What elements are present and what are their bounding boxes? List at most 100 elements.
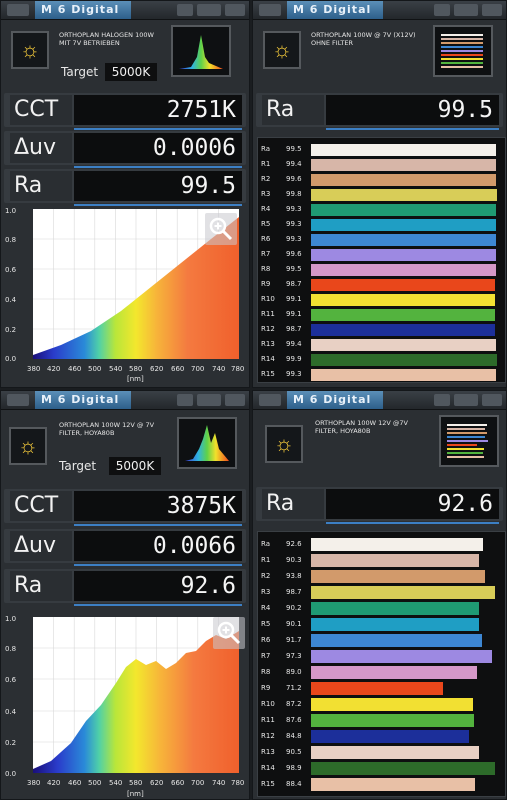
ri-bar [311,204,496,216]
ri-row-r7: R7 99.6 [258,247,505,262]
app-title: M 6 Digital [35,391,131,409]
x-label-9: 700 [191,365,204,373]
x-label-11: 780 [231,779,244,787]
ri-bar [311,369,496,381]
settings-icon[interactable] [225,394,245,406]
app-title: M 6 Digital [287,1,383,19]
ra-row: Ra 99.5 [256,93,503,130]
panel-bottom-left: M 6 Digital ☼ ORTHOPLAN 100W 12V @ 7V FI… [0,390,250,800]
toolbar: M 6 Digital [1,391,249,410]
ri-name: R6 [261,235,271,243]
record-icon[interactable] [434,4,450,16]
ra-row: Ra 92.6 [4,569,246,606]
ri-row-r10: R10 99.1 [258,292,505,307]
battery-icon [454,394,478,406]
target-value[interactable]: 5000K [105,63,157,81]
ri-value: 87.2 [286,700,302,708]
ri-name: R14 [261,764,275,772]
settings-icon[interactable] [225,4,245,16]
measurement-title: ORTHOPLAN 100W 12V @ 7V FILTER, HOYA80B [59,421,174,437]
ri-name: R3 [261,588,271,596]
duv-value: 0.0066 [74,531,242,561]
y-label-2: 0.8 [5,645,16,653]
ri-bar [311,714,474,727]
ri-bar [311,762,495,775]
ri-row-r15: R15 99.3 [258,367,505,382]
ri-bar [311,339,496,351]
ri-bar [311,618,479,631]
x-unit-label: [nm] [127,375,144,383]
record-icon[interactable] [434,394,450,406]
ri-value: 99.4 [286,340,302,348]
ri-value: 98.7 [286,325,302,333]
x-unit-label: [nm] [127,790,144,798]
ri-row-r3: R3 99.8 [258,187,505,202]
ri-name: R10 [261,700,275,708]
x-label-5: 540 [109,365,122,373]
title-line-2: FILTER, HOYA80B [315,427,371,435]
ri-bar [311,144,496,156]
ri-name: R14 [261,355,275,363]
ri-name: R4 [261,604,271,612]
ri-bar [311,666,477,679]
ri-bar [311,294,495,306]
x-label-2: 420 [47,779,60,787]
ri-value: 88.4 [286,780,302,788]
menu-icon[interactable] [259,394,281,406]
spectrum-thumbnail[interactable] [171,25,231,77]
ri-name: R15 [261,370,275,378]
ri-value: 98.7 [286,588,302,596]
light-source-icon[interactable]: ☼ [9,427,47,465]
title-line-1: ORTHOPLAN 100W @ 7V (X12V) [311,31,416,39]
ri-name: R12 [261,325,275,333]
ri-bar [311,730,469,743]
y-label-4: 0.4 [5,708,17,716]
ri-value: 99.3 [286,220,302,228]
ri-bar [311,324,495,336]
toolbar: M 6 Digital [253,391,506,410]
light-source-icon[interactable]: ☼ [11,31,49,69]
panel-bottom-right: M 6 Digital ☼ ORTHOPLAN 100W 12V @7V FIL… [252,390,507,800]
ri-bar [311,634,482,647]
menu-icon[interactable] [259,4,281,16]
ra-row: Ra 99.5 [4,169,246,206]
ri-bar [311,279,495,291]
zoom-button[interactable] [213,617,245,649]
menu-icon[interactable] [7,4,29,16]
ri-row-r9: R9 71.2 [258,680,505,696]
ri-list-thumbnail[interactable] [433,25,493,77]
x-label-1: 380 [27,365,40,373]
zoom-button[interactable] [205,213,237,245]
ri-row-r5: R5 99.3 [258,217,505,232]
ri-row-r13: R13 90.5 [258,744,505,760]
ri-value: 99.1 [286,310,302,318]
ri-value: 99.5 [286,265,302,273]
app-title: M 6 Digital [35,1,131,19]
light-source-icon[interactable]: ☼ [263,31,301,69]
x-label-9: 700 [191,779,204,787]
ri-row-r8: R8 99.5 [258,262,505,277]
target-value[interactable]: 5000K [109,457,161,475]
ra-label: Ra [10,171,72,201]
title-line-1: ORTHOPLAN HALOGEN 100W [59,31,154,39]
ri-bar [311,586,495,599]
ri-row-r13: R13 99.4 [258,337,505,352]
x-label-4: 500 [88,365,101,373]
target-label: Target [59,459,97,473]
light-source-icon[interactable]: ☼ [265,425,303,463]
duv-row: Δuv 0.0006 [4,131,246,168]
ri-name: R10 [261,295,275,303]
x-label-3: 460 [68,365,81,373]
x-label-1: 380 [27,779,40,787]
spectrum-thumbnail[interactable] [177,417,237,469]
record-icon[interactable] [177,4,193,16]
record-icon[interactable] [177,394,193,406]
menu-icon[interactable] [7,394,29,406]
cct-value: 2751K [74,95,242,125]
ri-list-thumbnail[interactable] [439,415,499,467]
app-title: M 6 Digital [287,391,383,409]
ri-value: 87.6 [286,716,302,724]
settings-icon[interactable] [482,4,502,16]
settings-icon[interactable] [482,394,502,406]
ri-row-ra: Ra 99.5 [258,142,505,157]
